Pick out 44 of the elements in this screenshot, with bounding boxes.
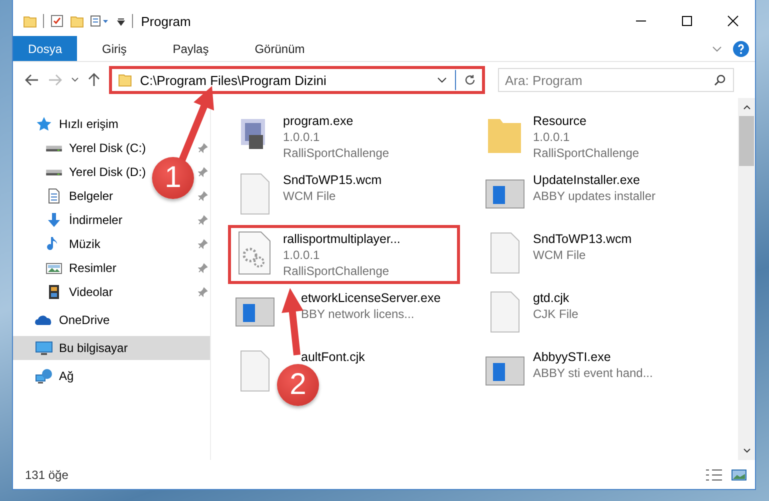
ribbon-tab[interactable]: Giriş	[81, 36, 148, 61]
file-detail: 1.0.0.1	[533, 129, 571, 145]
file-name[interactable]: aultFont.cjk	[283, 349, 365, 365]
file-detail: RalliSportChallenge	[533, 145, 640, 161]
ribbon-tab[interactable]: Görünüm	[234, 36, 326, 61]
sidebar-item[interactable]: Ağ	[59, 369, 74, 383]
file-detail: 1.0.0.1	[283, 129, 321, 145]
file-detail: WCM File	[283, 188, 337, 204]
sidebar-item[interactable]: Resimler	[69, 261, 116, 275]
ribbon-tab[interactable]: Dosya	[13, 36, 78, 61]
file-detail: CJK File	[533, 306, 578, 322]
sidebar-item[interactable]: İndirmeler	[69, 213, 122, 227]
file-tile[interactable]: rallisportmultiplayer... 1.0.0.1 RalliSportChallenge	[228, 225, 460, 284]
sidebar-item[interactable]: OneDrive	[59, 313, 110, 327]
file-name[interactable]: gtd.cjk	[533, 290, 578, 306]
file-detail: RalliSportChallenge	[283, 263, 390, 279]
sidebar-item[interactable]: Videolar	[69, 285, 113, 299]
window-title: Program	[141, 14, 191, 28]
file-detail: BBY network licens...	[300, 306, 416, 322]
sidebar-item[interactable]: Yerel Disk (C:)	[69, 141, 146, 155]
sidebar-item[interactable]: Hızlı erişim	[59, 117, 118, 131]
search-field[interactable]: Ara: Program	[498, 68, 734, 92]
ribbon-tab[interactable]: Paylaş	[152, 36, 230, 61]
sidebar-item[interactable]: Bu bilgisayar	[13, 336, 210, 360]
sidebar-item[interactable]: Müzik	[69, 237, 100, 251]
address-bar[interactable]: C:\Program Files\Program Dizini	[109, 66, 485, 94]
sidebar-item-label: Bu bilgisayar	[59, 341, 128, 355]
file-detail: ABBY sti event hand...	[533, 365, 653, 381]
file-detail: 1.0.0.1	[283, 247, 321, 263]
file-detail: RalliSportChallenge	[283, 145, 390, 161]
file-name[interactable]: UpdateInstaller.exe	[533, 172, 656, 188]
file-name[interactable]: Resource	[533, 113, 640, 129]
item-count: 131 öğe	[25, 468, 68, 482]
file-name[interactable]: AbbyySTI.exe	[533, 349, 653, 365]
file-name[interactable]: SndToWP13.wcm	[533, 231, 632, 247]
file-name[interactable]: etworkLicenseServer.exe	[283, 290, 441, 306]
file-name: rallisportmultiplayer...	[283, 231, 400, 247]
sidebar-item[interactable]: Belgeler	[69, 189, 114, 203]
file-detail: ABBY updates installer	[533, 188, 656, 204]
sidebar-item[interactable]: Yerel Disk (D:)	[69, 165, 146, 179]
file-detail: WCM File	[533, 247, 587, 263]
address-path: C:\Program Files\Program Dizini	[140, 72, 328, 88]
file-name[interactable]: program.exe	[283, 113, 390, 129]
file-name[interactable]: SndToWP15.wcm	[283, 172, 382, 188]
